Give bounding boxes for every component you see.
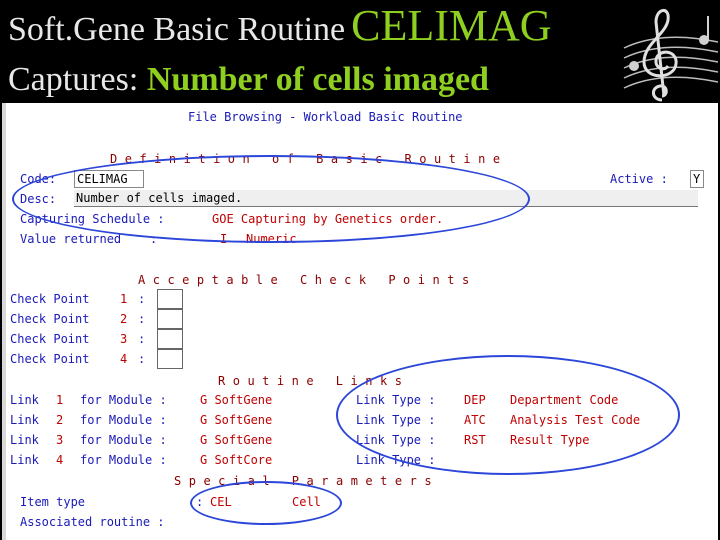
associated-routine-label: Associated routine : [20, 515, 165, 529]
slide-title-line2: Captures: Number of cells imaged [8, 60, 489, 100]
checkpoint-input[interactable] [157, 349, 183, 369]
treble-clef-icon [623, 9, 719, 102]
item-type-label: Item type [20, 495, 86, 509]
window-header: File Browsing - Workload Basic Routine [188, 110, 463, 124]
checkpoint-colon: : [138, 292, 146, 306]
link-label: Link [10, 393, 39, 407]
routine-code-title: CELIMAG [351, 1, 552, 50]
slide-title-bar: Soft.Gene Basic Routine CELIMAG Captures:… [0, 0, 720, 103]
link-number: 2 [56, 413, 64, 427]
checkpoint-label: Check Point [10, 332, 90, 346]
checkpoint-label: Check Point [10, 352, 90, 366]
checkpoint-input[interactable] [157, 309, 183, 329]
checkpoint-colon: : [138, 332, 146, 346]
active-field[interactable]: Y [690, 170, 704, 188]
title-prefix: Soft.Gene Basic Routine [8, 11, 346, 48]
checkpoint-number: 1 [120, 292, 128, 306]
link-for-module: for Module : [80, 413, 167, 427]
checkpoints-section-title: Acceptable Check Points [138, 273, 477, 287]
link-label: Link [10, 433, 39, 447]
link-label: Link [10, 413, 39, 427]
link-for-module: for Module : [80, 433, 167, 447]
checkpoint-number: 2 [120, 312, 128, 326]
link-module: G SoftGene [200, 413, 273, 427]
captures-value: Number of cells imaged [146, 61, 489, 98]
slide-title-line1: Soft.Gene Basic Routine CELIMAG [8, 4, 552, 50]
link-module: G SoftGene [200, 393, 273, 407]
checkpoint-label: Check Point [10, 292, 90, 306]
link-number: 4 [56, 453, 64, 467]
checkpoint-number: 3 [120, 332, 128, 346]
captures-label: Captures: [8, 61, 139, 98]
link-number: 3 [56, 433, 64, 447]
link-for-module: for Module : [80, 453, 167, 467]
link-label: Link [10, 453, 39, 467]
terminal-screen: File Browsing - Workload Basic Routine D… [2, 103, 718, 540]
link-module: G SoftGene [200, 433, 273, 447]
checkpoint-input[interactable] [157, 289, 183, 309]
link-for-module: for Module : [80, 393, 167, 407]
checkpoint-label: Check Point [10, 312, 90, 326]
link-number: 1 [56, 393, 64, 407]
checkpoint-colon: : [138, 352, 146, 366]
checkpoint-number: 4 [120, 352, 128, 366]
highlight-oval-item-type [190, 481, 342, 525]
link-module: G SoftCore [200, 453, 273, 467]
checkpoint-input[interactable] [157, 329, 183, 349]
checkpoint-colon: : [138, 312, 146, 326]
highlight-oval-definition [12, 155, 530, 243]
scrollbar[interactable] [2, 103, 6, 540]
active-label: Active : [610, 172, 668, 186]
highlight-oval-links [336, 355, 680, 475]
